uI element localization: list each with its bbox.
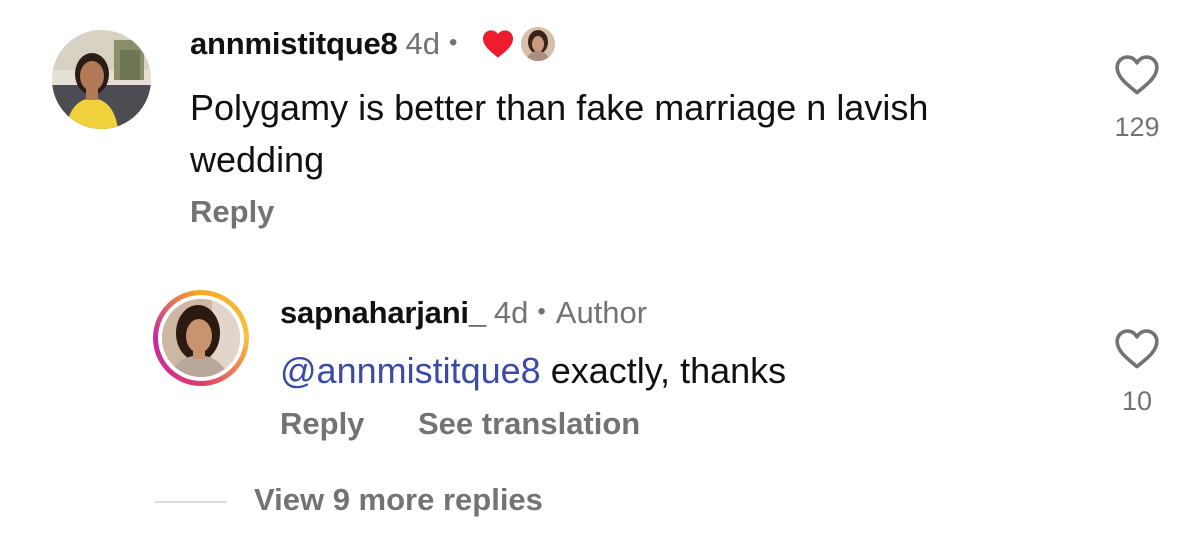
comment-header: annmistitque8 4d •: [190, 22, 556, 66]
author-liked-avatar: [521, 27, 556, 61]
like-count: 129: [1114, 112, 1160, 142]
timestamp: 4d: [493, 295, 529, 330]
comment-thread: annmistitque8 4d • Polygamy is better th…: [0, 0, 1199, 260]
avatar: [162, 299, 240, 377]
reply-button[interactable]: Reply: [280, 406, 364, 442]
reply-text: @annmistitque8 exactly, thanks: [280, 345, 1080, 397]
separator-dot: •: [449, 29, 458, 56]
thread-divider: [155, 501, 227, 503]
avatar-photo: [52, 30, 151, 129]
view-more-replies-button[interactable]: View 9 more replies: [254, 482, 543, 518]
separator-dot: •: [537, 298, 546, 325]
username[interactable]: sapnaharjani_: [280, 295, 486, 331]
timestamp: 4d: [405, 26, 441, 61]
reply-body: exactly, thanks: [540, 350, 787, 391]
reply-button[interactable]: Reply: [190, 194, 274, 230]
heart-icon: [483, 30, 514, 58]
mini-avatar-photo: [521, 27, 556, 61]
avatar[interactable]: [52, 30, 151, 129]
like-heart-icon[interactable]: [1114, 328, 1160, 370]
comment-text: Polygamy is better than fake marriage n …: [190, 87, 929, 180]
username[interactable]: annmistitque8: [190, 26, 398, 62]
author-label: Author: [555, 295, 648, 330]
like-control: 10: [1107, 328, 1167, 417]
like-control: 129: [1107, 54, 1167, 143]
reply-header: sapnaharjani_ 4d • Author: [280, 291, 647, 335]
mention-link[interactable]: @annmistitque8: [280, 350, 541, 391]
see-translation-button[interactable]: See translation: [418, 406, 640, 442]
avatar-story-ring[interactable]: [153, 290, 249, 386]
like-heart-icon[interactable]: [1114, 54, 1160, 96]
like-count: 10: [1121, 386, 1153, 416]
avatar-photo: [162, 299, 240, 377]
